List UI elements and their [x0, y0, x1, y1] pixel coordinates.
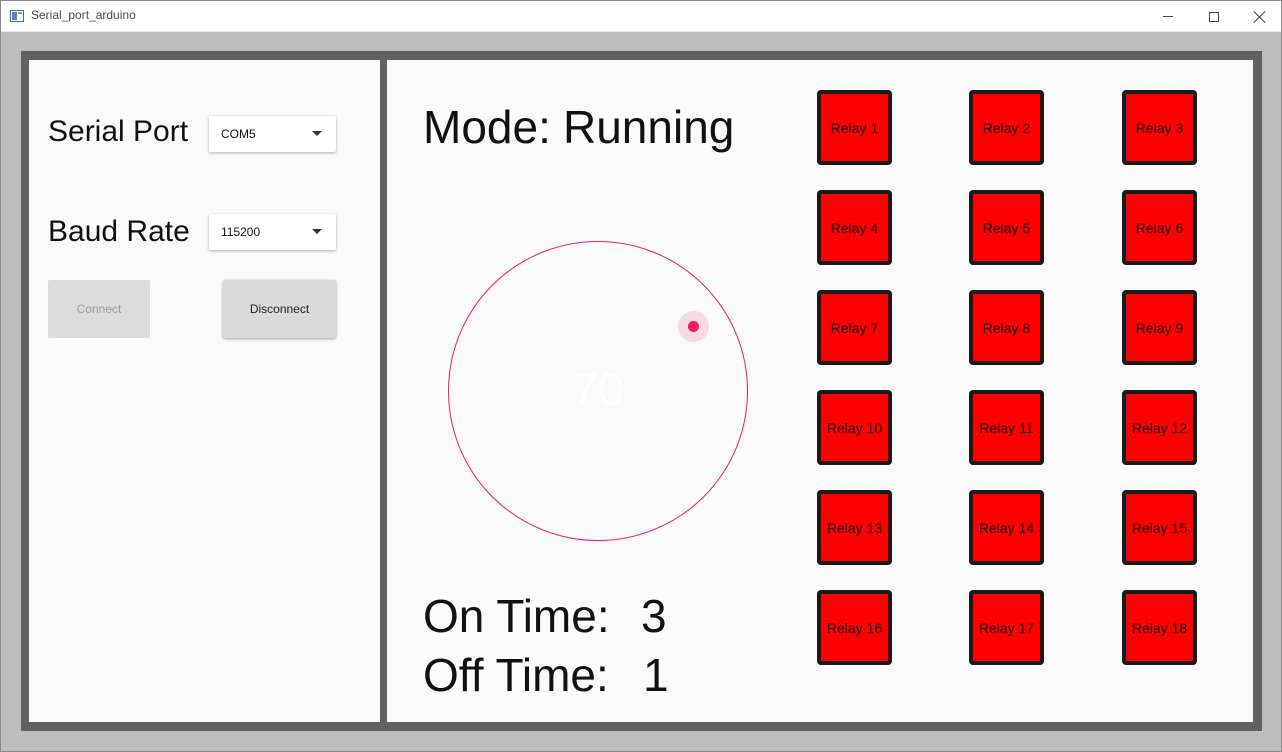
connect-button[interactable]: Connect — [48, 280, 150, 338]
relay-button-16[interactable]: Relay 16 — [817, 590, 892, 665]
relay-button-10[interactable]: Relay 10 — [817, 390, 892, 465]
on-time-value: 3 — [641, 590, 667, 642]
relay-button-9[interactable]: Relay 9 — [1122, 290, 1197, 365]
relay-button-12[interactable]: Relay 12 — [1122, 390, 1197, 465]
chevron-down-icon — [312, 131, 322, 136]
close-icon — [1254, 11, 1266, 23]
serial-port-select[interactable]: COM5 — [209, 116, 336, 152]
relay-button-4[interactable]: Relay 4 — [817, 190, 892, 265]
relay-button-7[interactable]: Relay 7 — [817, 290, 892, 365]
baud-rate-label: Baud Rate — [48, 215, 190, 248]
app-icon — [10, 10, 24, 22]
baud-rate-value: 115200 — [221, 225, 261, 239]
serial-port-label: Serial Port — [48, 115, 189, 148]
title-bar[interactable]: Serial_port_arduino — [1, 1, 1281, 32]
mode-label: Mode: — [423, 101, 551, 153]
on-time-label: On Time: — [423, 590, 610, 642]
serial-port-value: COM5 — [221, 127, 256, 141]
connection-panel — [29, 60, 380, 722]
off-time-value: 1 — [643, 649, 669, 701]
relay-button-3[interactable]: Relay 3 — [1122, 90, 1197, 165]
off-time-label: Off Time: — [423, 649, 609, 701]
mode-value: Running — [563, 101, 735, 153]
close-button[interactable] — [1237, 1, 1282, 32]
baud-rate-select[interactable]: 115200 — [209, 214, 336, 250]
relay-button-13[interactable]: Relay 13 — [817, 490, 892, 565]
minimize-icon — [1163, 16, 1173, 17]
dial-value: 70 — [572, 363, 624, 415]
minimize-button[interactable] — [1145, 1, 1191, 32]
relay-button-5[interactable]: Relay 5 — [969, 190, 1044, 265]
relay-button-18[interactable]: Relay 18 — [1122, 590, 1197, 665]
disconnect-button[interactable]: Disconnect — [223, 280, 336, 338]
relay-button-17[interactable]: Relay 17 — [969, 590, 1044, 665]
relay-button-14[interactable]: Relay 14 — [969, 490, 1044, 565]
relay-button-1[interactable]: Relay 1 — [817, 90, 892, 165]
window-title: Serial_port_arduino — [31, 8, 136, 22]
dial-knob[interactable] — [688, 321, 699, 332]
chevron-down-icon — [312, 229, 322, 234]
relay-button-15[interactable]: Relay 15 — [1122, 490, 1197, 565]
maximize-icon — [1209, 11, 1219, 22]
relay-button-8[interactable]: Relay 8 — [969, 290, 1044, 365]
relay-button-11[interactable]: Relay 11 — [969, 390, 1044, 465]
relay-button-2[interactable]: Relay 2 — [969, 90, 1044, 165]
speed-dial[interactable]: 70 — [448, 241, 748, 541]
relay-button-6[interactable]: Relay 6 — [1122, 190, 1197, 265]
maximize-button[interactable] — [1191, 1, 1237, 32]
